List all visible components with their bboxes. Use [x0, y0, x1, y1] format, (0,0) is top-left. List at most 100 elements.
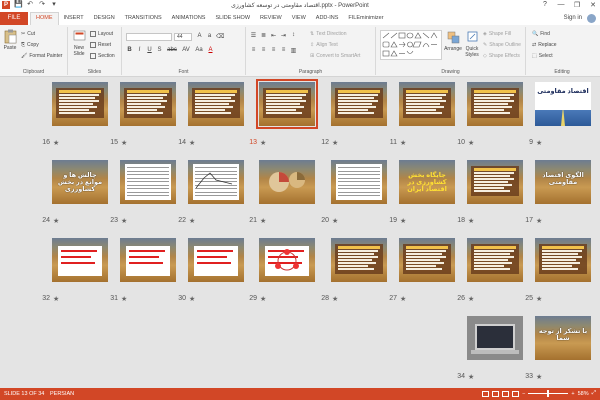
zoom-slider-knob[interactable]: [547, 390, 550, 397]
clear-format-icon[interactable]: ⌫: [216, 33, 224, 40]
tab-review[interactable]: REVIEW: [255, 12, 287, 25]
slideshow-view-icon[interactable]: [512, 390, 520, 397]
italic-button[interactable]: I: [136, 47, 143, 53]
text-direction-button[interactable]: ⇅ Text Direction: [310, 31, 347, 37]
section-button[interactable]: Section: [90, 53, 115, 59]
slide-thumbnail[interactable]: [259, 160, 315, 204]
slide-thumbnail[interactable]: [467, 160, 523, 204]
zoom-slider[interactable]: [528, 390, 569, 397]
slide-thumbnail[interactable]: [256, 79, 318, 129]
format-painter-button[interactable]: 🖌 Format Painter: [21, 53, 62, 59]
transition-star-icon[interactable]: ★: [536, 373, 542, 381]
slide-thumbnail[interactable]: اقتصاد مقاومتی: [535, 82, 591, 126]
transition-star-icon[interactable]: ★: [189, 295, 195, 303]
slide-thumbnail[interactable]: جایگاه بخش کشاورزی در اقتصاد ایران: [399, 160, 455, 204]
slide-thumbnail[interactable]: [399, 82, 455, 126]
smartart-button[interactable]: ⊞ Convert to SmartArt: [310, 53, 360, 59]
layout-button[interactable]: Layout: [90, 31, 113, 37]
zoom-out-button[interactable]: −: [522, 391, 525, 397]
slide-thumbnail[interactable]: [467, 316, 523, 360]
slide-thumbnail[interactable]: [120, 82, 176, 126]
tab-fileminimizer[interactable]: FILEminimizer: [343, 12, 388, 25]
strikethrough-button[interactable]: abc: [166, 47, 178, 53]
numbering-icon[interactable]: ≣: [260, 32, 267, 39]
slide-thumbnail[interactable]: [467, 82, 523, 126]
transition-star-icon[interactable]: ★: [400, 139, 406, 147]
transition-star-icon[interactable]: ★: [536, 295, 542, 303]
align-text-button[interactable]: ⇳ Align Text: [310, 42, 338, 48]
slide-thumbnail[interactable]: [120, 238, 176, 282]
avatar[interactable]: [587, 14, 596, 23]
bold-button[interactable]: B: [126, 47, 133, 53]
slide-thumbnail[interactable]: [259, 238, 315, 282]
select-button[interactable]: ⬚ Select: [532, 53, 553, 59]
transition-star-icon[interactable]: ★: [468, 217, 474, 225]
tab-insert[interactable]: INSERT: [59, 12, 89, 25]
underline-button[interactable]: U: [146, 47, 153, 53]
slide-thumbnail[interactable]: [331, 238, 387, 282]
font-name-combo[interactable]: [126, 33, 172, 41]
shadow-button[interactable]: S: [156, 47, 163, 53]
transition-star-icon[interactable]: ★: [121, 295, 127, 303]
slide-thumbnail[interactable]: [467, 238, 523, 282]
new-slide-button[interactable]: New Slide: [70, 29, 88, 57]
transition-star-icon[interactable]: ★: [400, 217, 406, 225]
increase-indent-icon[interactable]: ⇥: [280, 32, 287, 39]
slide-thumbnail[interactable]: [120, 160, 176, 204]
transition-star-icon[interactable]: ★: [332, 295, 338, 303]
align-center-icon[interactable]: ≡: [260, 47, 267, 54]
transition-star-icon[interactable]: ★: [260, 217, 266, 225]
shape-effects-button[interactable]: ◇ Shape Effects: [483, 53, 520, 59]
decrease-indent-icon[interactable]: ⇤: [270, 32, 277, 39]
change-case-button[interactable]: Aa: [194, 47, 204, 53]
slide-thumbnail[interactable]: [188, 82, 244, 126]
reading-view-icon[interactable]: [502, 390, 510, 397]
slide-thumbnail[interactable]: [331, 82, 387, 126]
transition-star-icon[interactable]: ★: [53, 217, 59, 225]
slide-thumbnail[interactable]: [331, 160, 387, 204]
copy-button[interactable]: ⎘ Copy: [21, 42, 39, 48]
transition-star-icon[interactable]: ★: [468, 373, 474, 381]
tab-file[interactable]: FILE: [0, 12, 28, 25]
slide-thumbnail[interactable]: [188, 160, 244, 204]
char-spacing-button[interactable]: AV: [181, 47, 191, 53]
transition-star-icon[interactable]: ★: [189, 217, 195, 225]
find-button[interactable]: 🔍 Find: [532, 31, 550, 37]
cut-button[interactable]: ✂ Cut: [21, 31, 35, 37]
tab-design[interactable]: DESIGN: [89, 12, 120, 25]
transition-star-icon[interactable]: ★: [536, 139, 542, 147]
transition-star-icon[interactable]: ★: [53, 139, 59, 147]
align-right-icon[interactable]: ≡: [270, 47, 277, 54]
slide-thumbnail[interactable]: با تشکر از توجه شما: [535, 316, 591, 360]
tab-home[interactable]: HOME: [30, 12, 59, 25]
reset-button[interactable]: Reset: [90, 42, 111, 48]
justify-icon[interactable]: ≡: [280, 47, 287, 54]
line-spacing-icon[interactable]: ↕: [290, 32, 297, 39]
transition-star-icon[interactable]: ★: [189, 139, 195, 147]
close-icon[interactable]: ✕: [588, 1, 598, 9]
tab-transitions[interactable]: TRANSITIONS: [120, 12, 167, 25]
fit-slide-icon[interactable]: ⤢: [592, 390, 596, 397]
tab-animations[interactable]: ANIMATIONS: [167, 12, 211, 25]
slide-sorter-view-icon[interactable]: [492, 390, 500, 397]
tab-slide-show[interactable]: SLIDE SHOW: [210, 12, 255, 25]
transition-star-icon[interactable]: ★: [332, 139, 338, 147]
transition-star-icon[interactable]: ★: [260, 139, 266, 147]
arrange-button[interactable]: Arrange: [444, 30, 462, 52]
slide-thumbnail[interactable]: [52, 82, 108, 126]
bullets-icon[interactable]: ☰: [250, 32, 257, 39]
slide-thumbnail[interactable]: الگوی اقتصاد مقاومتی: [535, 160, 591, 204]
slide-thumbnail[interactable]: [535, 238, 591, 282]
tab-view[interactable]: VIEW: [287, 12, 311, 25]
help-icon[interactable]: ?: [540, 1, 550, 9]
transition-star-icon[interactable]: ★: [260, 295, 266, 303]
zoom-in-button[interactable]: +: [571, 391, 574, 397]
replace-button[interactable]: ⇄ Replace: [532, 42, 557, 48]
grow-font-icon[interactable]: A: [196, 33, 203, 40]
transition-star-icon[interactable]: ★: [468, 139, 474, 147]
font-size-combo[interactable]: 44: [174, 33, 192, 41]
zoom-level[interactable]: 58%: [578, 391, 589, 397]
slide-thumbnail[interactable]: [52, 238, 108, 282]
shrink-font-icon[interactable]: a: [206, 33, 213, 40]
transition-star-icon[interactable]: ★: [468, 295, 474, 303]
